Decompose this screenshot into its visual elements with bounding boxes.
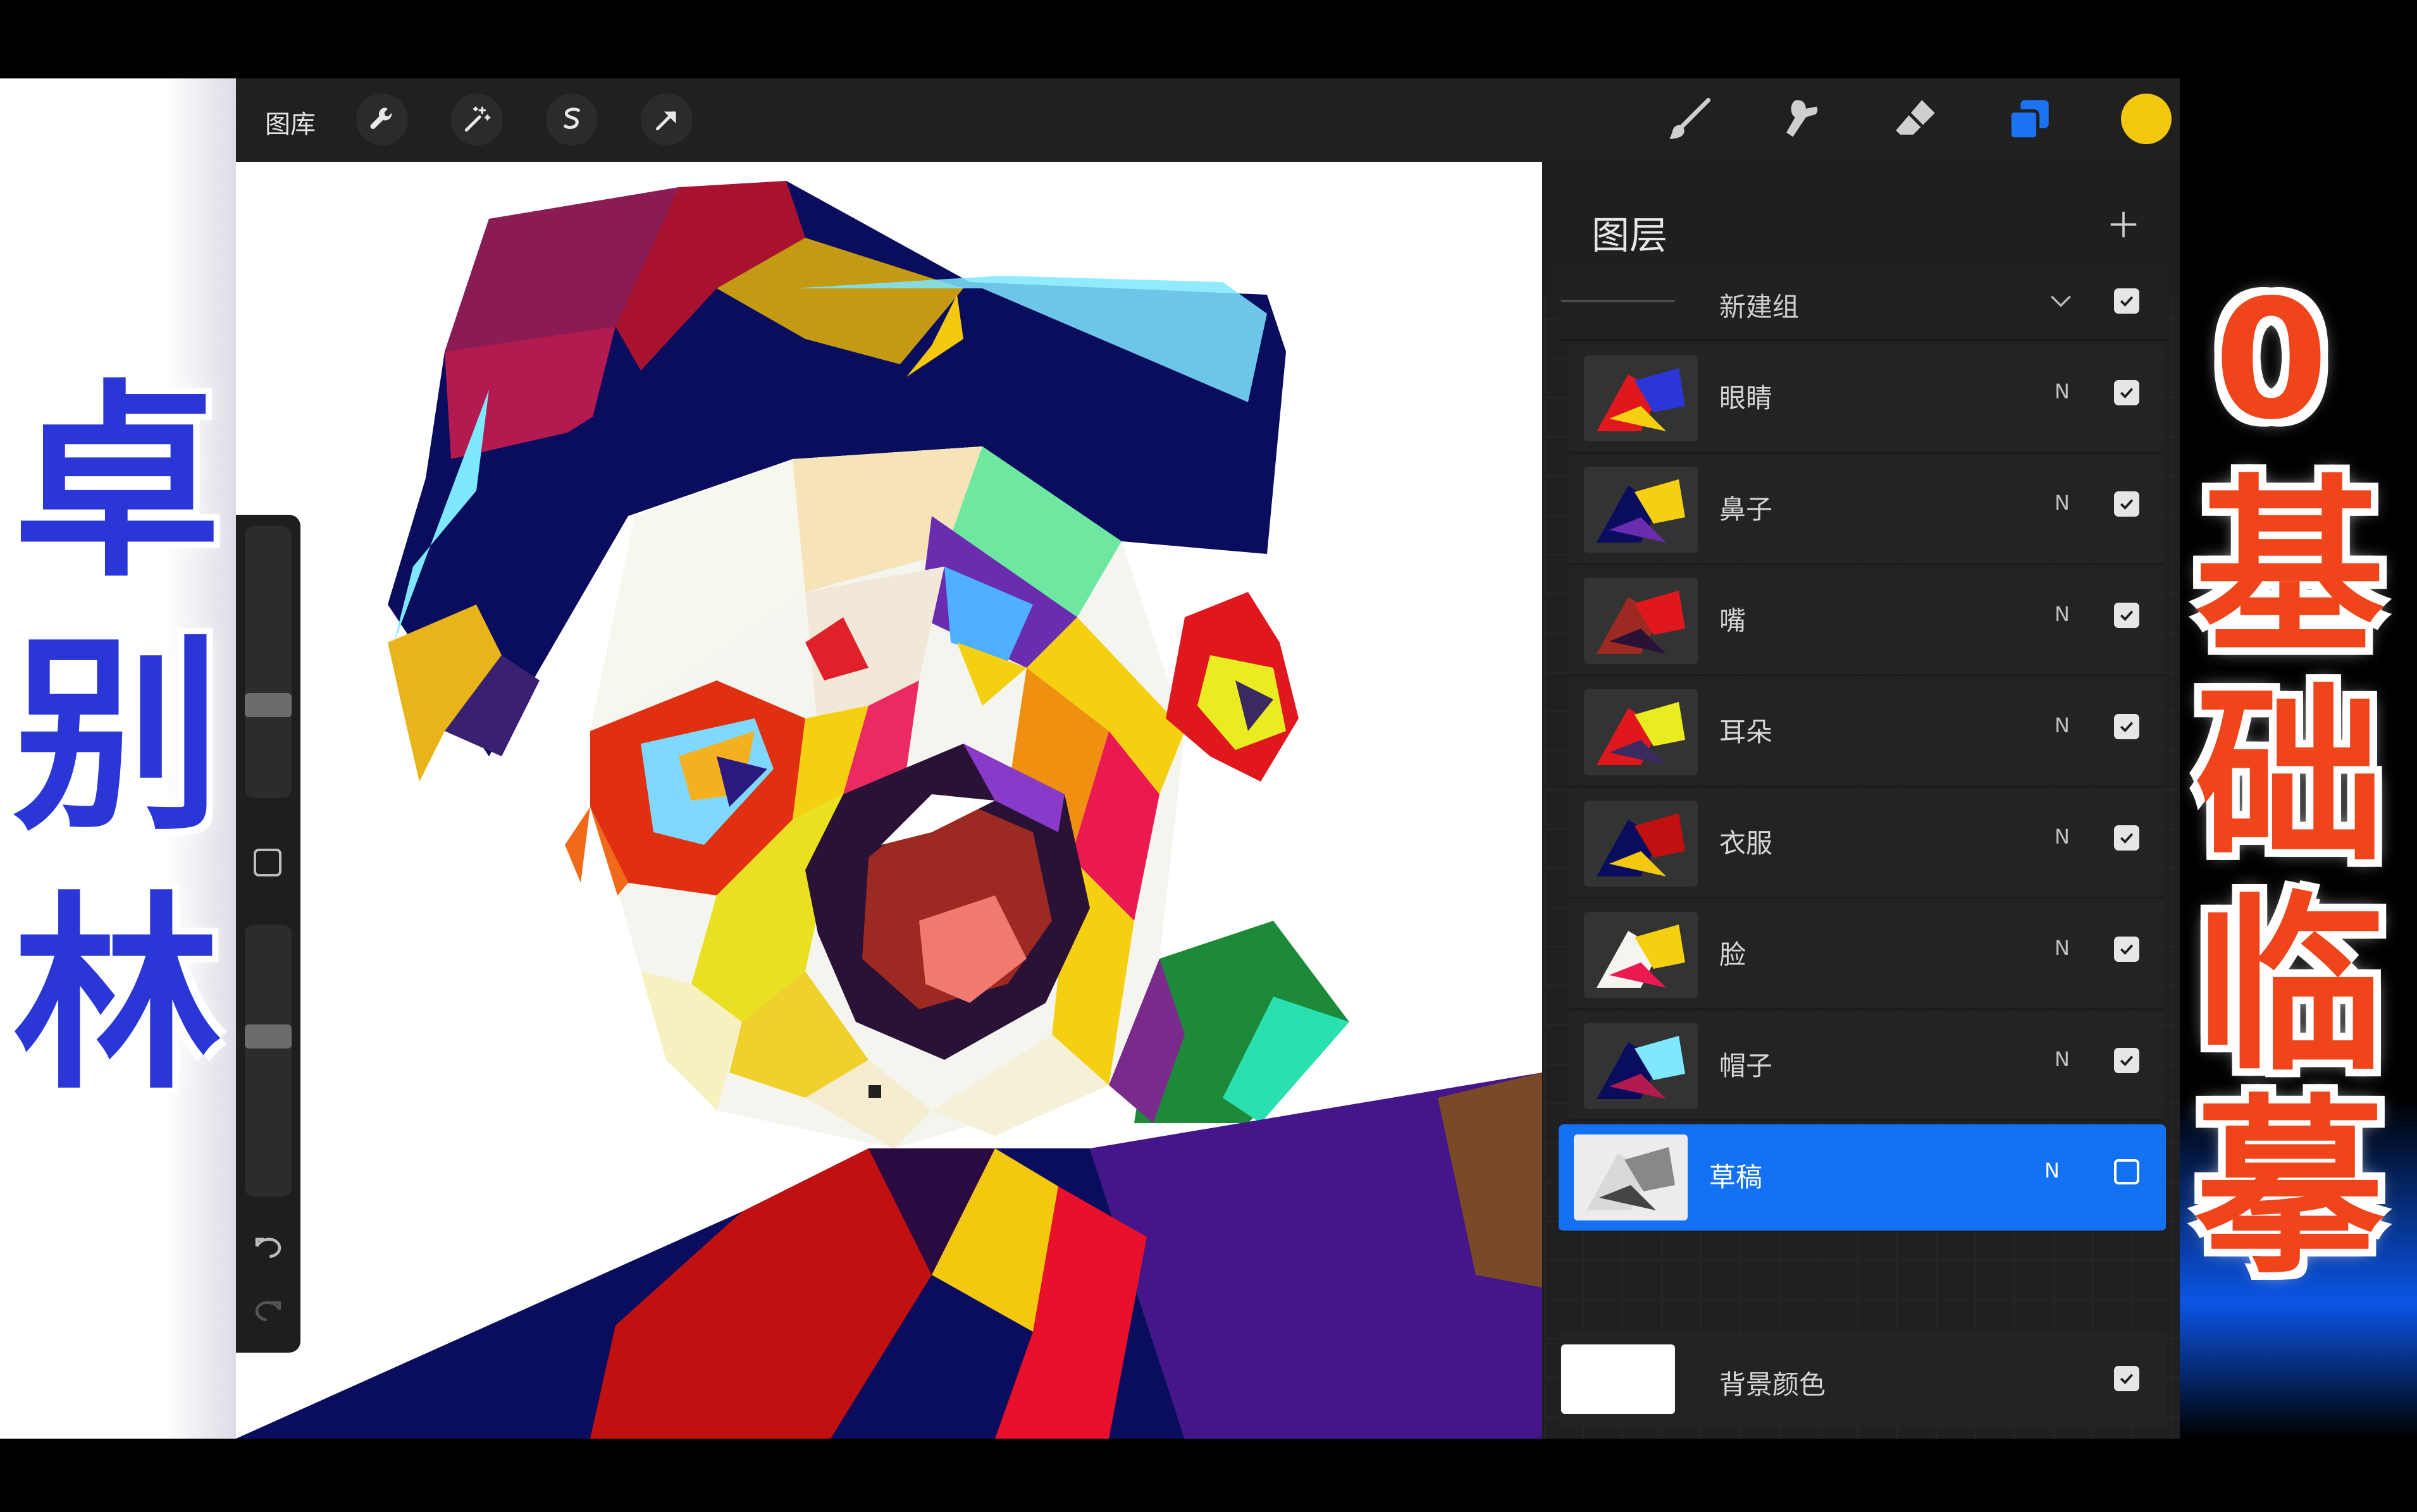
- layers-panel-title: 图层: [1592, 214, 1667, 258]
- right-title-char-1: 0: [2214, 265, 2328, 456]
- opacity-knob[interactable]: [245, 1024, 292, 1048]
- group-divider-line: [1561, 300, 1675, 302]
- blend-mode-button[interactable]: N: [2055, 936, 2070, 960]
- layer-group-row[interactable]: 新建组: [1559, 263, 2166, 341]
- side-slider-bar: [236, 515, 300, 1353]
- left-title-char-1: 卓: [13, 362, 221, 605]
- right-title-char-3: 础: [2195, 667, 2385, 888]
- layer-thumbnail: [1584, 801, 1698, 887]
- layer-row[interactable]: 嘴N: [1569, 568, 2163, 676]
- selection-icon[interactable]: [546, 94, 598, 145]
- group-visibility-checkbox[interactable]: [2114, 288, 2139, 314]
- brush-size-knob[interactable]: [245, 693, 292, 717]
- right-title-char-4: 临: [2195, 876, 2385, 1097]
- brush-size-slider[interactable]: [245, 526, 292, 798]
- blend-mode-button[interactable]: N: [2055, 602, 2070, 626]
- layer-thumbnail: [1584, 1023, 1698, 1109]
- layer-row[interactable]: 耳朵 N: [1569, 679, 2163, 787]
- layer-name: 衣服: [1719, 828, 1773, 859]
- layers-panel: 图层 新建组 眼睛 N 鼻子 N 嘴 N 耳朵 N 衣服 N 脸 N 帽子 N 草稿 N 背景颜色: [1543, 162, 2180, 1439]
- opacity-slider[interactable]: [245, 925, 292, 1196]
- layer-visibility-checkbox[interactable]: [2114, 1159, 2139, 1184]
- blend-mode-button[interactable]: N: [2044, 1159, 2060, 1183]
- group-name: 新建组: [1719, 292, 1800, 323]
- layer-name: 草稿: [1709, 1162, 1763, 1193]
- left-title-char-3: 林: [13, 875, 221, 1117]
- layer-row[interactable]: 鼻子 N: [1569, 457, 2163, 565]
- modify-button[interactable]: [254, 849, 281, 876]
- layer-visibility-checkbox[interactable]: [2114, 714, 2139, 739]
- brush-icon[interactable]: [1660, 91, 1717, 148]
- wpap-portrait-artwork: [236, 181, 1542, 1439]
- layer-thumbnail: [1584, 689, 1698, 775]
- layer-thumbnail: [1584, 912, 1698, 998]
- layer-thumbnail: [1584, 355, 1698, 441]
- blend-mode-button[interactable]: N: [2055, 379, 2070, 403]
- layer-thumbnail: [1584, 467, 1698, 553]
- layer-visibility-checkbox[interactable]: [2114, 1048, 2139, 1073]
- layers-icon[interactable]: [2001, 91, 2058, 148]
- layer-thumbnail: [1584, 578, 1698, 664]
- plus-icon[interactable]: [2106, 207, 2141, 242]
- layer-name: 耳朵: [1719, 716, 1773, 747]
- blend-mode-button[interactable]: N: [2055, 1047, 2070, 1071]
- layer-visibility-checkbox[interactable]: [2114, 825, 2139, 851]
- layer-name: 嘴: [1719, 605, 1746, 636]
- layer-thumbnail: [1574, 1134, 1688, 1220]
- layer-visibility-checkbox[interactable]: [2114, 937, 2139, 962]
- layer-name: 鼻子: [1719, 494, 1773, 525]
- layer-name: 脸: [1719, 939, 1746, 970]
- procreate-app-window: 图库 图层 新建组 眼睛 N 鼻子 N 嘴 N 耳朵 N 衣服 N 脸 N 帽子…: [236, 78, 2180, 1439]
- layer-visibility-checkbox[interactable]: [2114, 603, 2139, 628]
- background-color-layer[interactable]: 背景颜色: [1559, 1332, 2166, 1427]
- layer-row[interactable]: 衣服 N: [1569, 790, 2163, 899]
- chevron-down-icon[interactable]: [2047, 287, 2075, 315]
- layer-name: 帽子: [1719, 1050, 1773, 1081]
- redo-icon[interactable]: [251, 1293, 285, 1327]
- transform-arrow-icon[interactable]: [641, 94, 693, 145]
- background-layer-name: 背景颜色: [1719, 1369, 1826, 1400]
- layer-visibility-checkbox[interactable]: [2114, 491, 2139, 517]
- blend-mode-button[interactable]: N: [2055, 713, 2070, 737]
- magic-wand-icon[interactable]: [451, 94, 503, 145]
- wrench-icon[interactable]: [356, 94, 408, 145]
- layer-row[interactable]: 脸N: [1569, 902, 2163, 1010]
- blend-mode-button[interactable]: N: [2055, 825, 2070, 849]
- drawing-canvas[interactable]: [236, 162, 1542, 1439]
- color-swatch[interactable]: [2121, 94, 2172, 144]
- smudge-icon[interactable]: [1773, 91, 1830, 148]
- background-color-thumb: [1561, 1344, 1675, 1414]
- undo-icon[interactable]: [251, 1229, 285, 1263]
- background-visibility-checkbox[interactable]: [2114, 1366, 2139, 1391]
- top-toolbar: 图库: [236, 78, 2180, 162]
- layer-row[interactable]: 帽子 N: [1569, 1013, 2163, 1121]
- layer-name: 眼睛: [1719, 383, 1773, 414]
- layer-row[interactable]: 草稿 N: [1559, 1124, 2166, 1232]
- blend-mode-button[interactable]: N: [2055, 491, 2070, 515]
- gallery-button[interactable]: 图库: [265, 104, 316, 140]
- layer-row[interactable]: 眼睛 N: [1569, 345, 2163, 453]
- eraser-icon[interactable]: [1887, 91, 1944, 148]
- right-title-char-5: 摹: [2195, 1078, 2385, 1299]
- layer-visibility-checkbox[interactable]: [2114, 380, 2139, 405]
- right-title-char-2: 基: [2195, 458, 2385, 679]
- left-title-char-2: 别: [13, 615, 221, 858]
